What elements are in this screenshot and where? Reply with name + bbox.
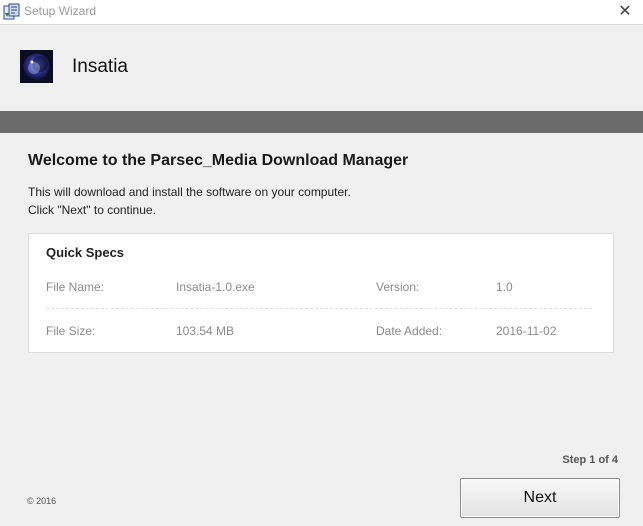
- specs-divider: [46, 308, 592, 309]
- version-value: 1.0: [496, 280, 513, 294]
- date-added-value: 2016-11-02: [496, 324, 557, 338]
- header-divider-bar: [0, 111, 643, 133]
- file-name-value: Insatia-1.0.exe: [176, 280, 255, 294]
- description-line-2: Click "Next" to continue.: [28, 203, 156, 217]
- product-name: Insatia: [72, 56, 128, 77]
- step-indicator: Step 1 of 4: [562, 454, 618, 466]
- welcome-heading: Welcome to the Parsec_Media Download Man…: [28, 152, 409, 169]
- quick-specs-panel: Quick Specs File Name: Insatia-1.0.exe V…: [28, 233, 614, 353]
- version-label: Version:: [376, 280, 420, 294]
- welcome-description: This will download and install the softw…: [28, 183, 351, 219]
- close-icon[interactable]: ✕: [615, 2, 635, 22]
- wizard-header: Insatia: [0, 25, 643, 111]
- file-name-label: File Name:: [46, 280, 105, 294]
- file-size-value: 103.54 MB: [176, 324, 235, 338]
- quick-specs-title: Quick Specs: [46, 245, 125, 260]
- file-size-label: File Size:: [46, 324, 96, 338]
- window-title: Setup Wizard: [24, 4, 97, 18]
- title-bar: Setup Wizard ✕: [0, 0, 643, 25]
- installer-app-icon: [3, 3, 20, 20]
- description-line-1: This will download and install the softw…: [28, 185, 351, 199]
- date-added-label: Date Added:: [376, 324, 443, 338]
- next-button[interactable]: Next: [460, 478, 620, 518]
- copyright-text: © 2016: [27, 496, 57, 506]
- moon-logo-icon: [20, 50, 53, 83]
